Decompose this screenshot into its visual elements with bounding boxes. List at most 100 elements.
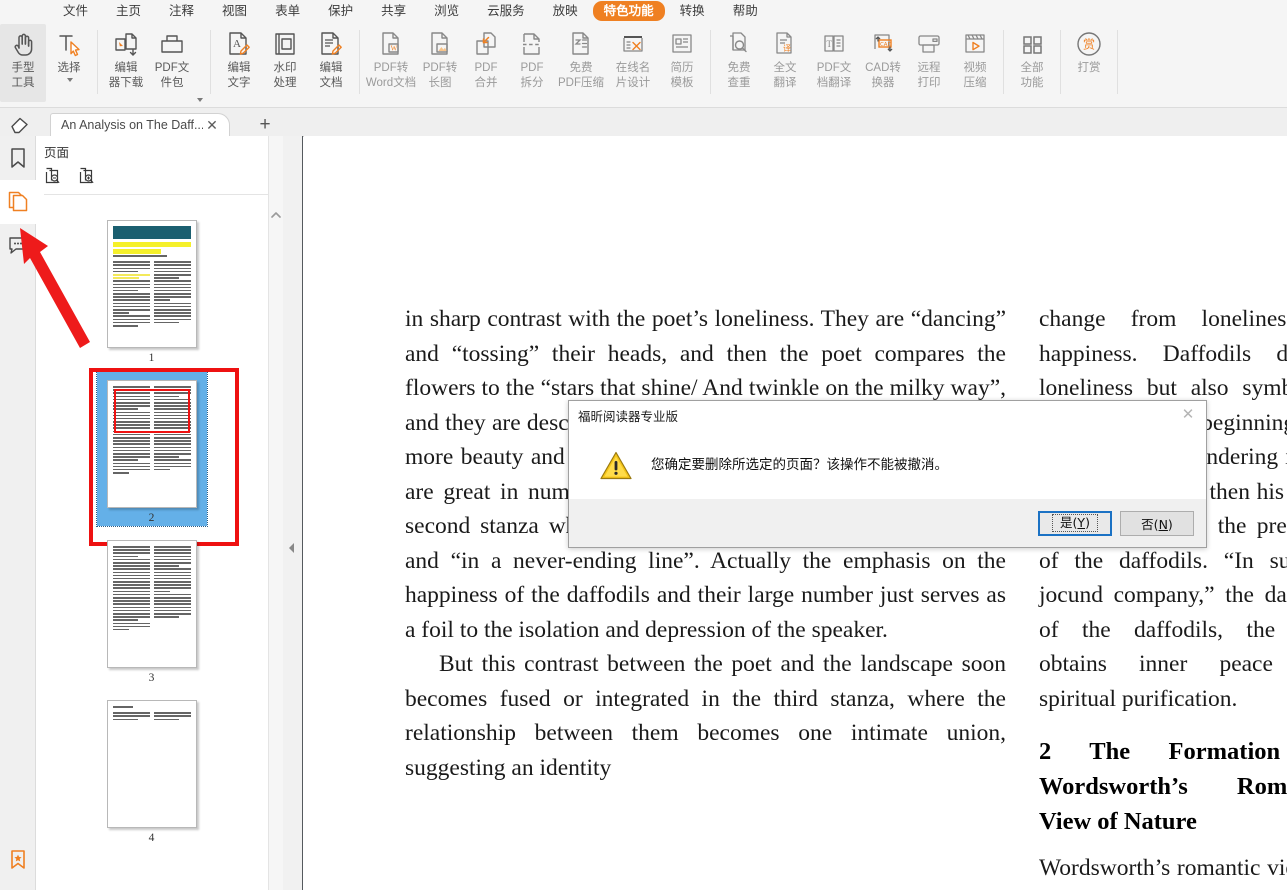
menu-item-browse[interactable]: 浏览 bbox=[421, 1, 472, 21]
pdf-compress-button[interactable]: 免费 PDF压缩 bbox=[555, 24, 607, 102]
pdf-to-word-button[interactable]: W PDF转 Word文档 bbox=[365, 24, 417, 102]
panel-splitter[interactable] bbox=[283, 136, 303, 890]
cad-converter-icon: CAD bbox=[868, 28, 898, 60]
dialog-footer: 是(Y) 否(N) bbox=[569, 499, 1206, 547]
favorite-bookmark-button[interactable] bbox=[0, 838, 36, 882]
thumbnail-panel-header: 页面 bbox=[36, 136, 283, 202]
pdf-doc-translate-icon: T bbox=[819, 28, 849, 60]
business-card-icon bbox=[618, 28, 648, 60]
all-features-button[interactable]: 全部 功能 bbox=[1009, 24, 1055, 102]
select-tool-button[interactable]: 选择 bbox=[46, 24, 92, 102]
resume-template-icon bbox=[667, 28, 697, 60]
thumbnail-items: 1 bbox=[36, 202, 267, 852]
business-card-button[interactable]: 在线名 片设计 bbox=[607, 24, 659, 102]
editor-download-label-1: 编辑 bbox=[115, 62, 138, 75]
thumbnail-panel-scrollbar[interactable] bbox=[268, 136, 283, 890]
svg-text:赏: 赏 bbox=[1083, 38, 1095, 52]
menu-item-comment[interactable]: 注释 bbox=[156, 1, 207, 21]
menu-item-file[interactable]: 文件 bbox=[50, 1, 101, 21]
zoom-out-pages-icon[interactable] bbox=[44, 166, 64, 186]
all-features-label-1: 全部 bbox=[1021, 62, 1044, 75]
editor-download-label-2: 器下载 bbox=[109, 77, 144, 90]
ribbon-separator-6 bbox=[1060, 30, 1061, 94]
menu-item-protect[interactable]: 保护 bbox=[315, 1, 366, 21]
pdf-to-longimage-icon bbox=[425, 28, 455, 60]
editor-download-icon bbox=[111, 28, 141, 60]
confirm-yes-button[interactable]: 是(Y) bbox=[1038, 511, 1112, 536]
remote-print-button[interactable]: 远程 打印 bbox=[906, 24, 952, 102]
watermark-label-1: 水印 bbox=[274, 62, 297, 75]
resume-template-button[interactable]: 简历 模板 bbox=[659, 24, 705, 102]
pdf-split-button[interactable]: PDF 拆分 bbox=[509, 24, 555, 102]
video-compress-button[interactable]: 视频 压缩 bbox=[952, 24, 998, 102]
editor-download-button[interactable]: 编辑 器下载 bbox=[103, 24, 149, 102]
pdf-merge-button[interactable]: PDF 合并 bbox=[463, 24, 509, 102]
thumbnail-page-3[interactable]: 3 bbox=[97, 532, 207, 686]
edit-text-label-2: 文字 bbox=[228, 77, 251, 90]
comments-icon bbox=[7, 236, 29, 256]
watermark-button[interactable]: 水印 处理 bbox=[262, 24, 308, 102]
menu-item-cloud[interactable]: 云服务 bbox=[474, 1, 538, 21]
hand-tool-icon bbox=[8, 28, 38, 60]
plagiarism-check-button[interactable]: 免费 查重 bbox=[716, 24, 762, 102]
scroll-up-arrow-icon[interactable] bbox=[269, 208, 283, 222]
remote-print-icon bbox=[914, 28, 944, 60]
hand-tool-button[interactable]: 手型 工具 bbox=[0, 24, 46, 102]
pdf-to-longimage-button[interactable]: PDF转 长图 bbox=[417, 24, 463, 102]
close-icon[interactable]: ✕ bbox=[1178, 405, 1198, 423]
thumbnail-page-2[interactable]: 2 bbox=[97, 372, 207, 526]
thumbnail-page-4[interactable]: 4 bbox=[97, 692, 207, 846]
pdf-package-button[interactable]: PDF文 件包 bbox=[149, 24, 195, 102]
page-number: 1 bbox=[149, 352, 155, 364]
business-card-label-2: 片设计 bbox=[616, 77, 651, 90]
menu-item-view[interactable]: 视图 bbox=[209, 1, 260, 21]
menu-item-convert[interactable]: 转换 bbox=[667, 1, 718, 21]
eraser-icon[interactable] bbox=[8, 114, 34, 134]
thumbnail-list[interactable]: 1 bbox=[36, 202, 267, 890]
sidebar-item-bookmarks[interactable] bbox=[0, 136, 36, 180]
cad-converter-button[interactable]: CAD CAD转 换器 bbox=[860, 24, 906, 102]
page-number: 2 bbox=[149, 512, 155, 524]
zoom-in-pages-icon[interactable] bbox=[78, 166, 98, 186]
edit-document-button[interactable]: 编辑 文档 bbox=[308, 24, 354, 102]
sidebar-item-page-thumbnails[interactable] bbox=[0, 180, 36, 224]
pdf-to-longimage-label-1: PDF转 bbox=[423, 62, 458, 75]
full-text-translate-icon: 译 bbox=[770, 28, 800, 60]
edit-text-button[interactable]: A 编辑 文字 bbox=[216, 24, 262, 102]
ribbon-group-convert: W PDF转 Word文档 PDF转 长图 bbox=[365, 24, 705, 106]
resume-template-label-1: 简历 bbox=[671, 62, 694, 75]
pdf-package-label-2: 件包 bbox=[161, 77, 184, 90]
collapse-panel-arrow-icon[interactable] bbox=[287, 541, 297, 555]
full-text-translate-button[interactable]: 译 全文 翻译 bbox=[762, 24, 808, 102]
reward-icon: 赏 bbox=[1074, 28, 1104, 60]
new-tab-button[interactable]: + bbox=[255, 115, 275, 135]
menu-item-share[interactable]: 共享 bbox=[368, 1, 419, 21]
page-number: 4 bbox=[149, 832, 155, 844]
pdf-package-label-1: PDF文 bbox=[155, 62, 190, 75]
ribbon-separator-5 bbox=[1003, 30, 1004, 94]
menu-item-featured[interactable]: 特色功能 bbox=[593, 1, 665, 21]
confirm-no-button[interactable]: 否(N) bbox=[1120, 511, 1194, 536]
page-thumbnails-icon bbox=[7, 191, 29, 213]
select-tool-dropdown[interactable] bbox=[65, 75, 73, 85]
pdf-split-label-1: PDF bbox=[521, 62, 544, 75]
chevron-down-icon bbox=[67, 78, 73, 82]
sidebar-item-comments[interactable] bbox=[0, 224, 36, 268]
pdf-merge-icon bbox=[471, 28, 501, 60]
close-icon[interactable]: ✕ bbox=[203, 116, 221, 134]
edit-text-icon: A bbox=[224, 28, 254, 60]
confirm-no-label: 否(N) bbox=[1141, 514, 1173, 533]
pdf-merge-label-2: 合并 bbox=[475, 77, 498, 90]
reward-button[interactable]: 赏 打赏 bbox=[1066, 24, 1112, 102]
video-compress-label-1: 视频 bbox=[964, 62, 987, 75]
menu-item-form[interactable]: 表单 bbox=[262, 1, 313, 21]
pdf-doc-translate-button[interactable]: T PDF文 档翻译 bbox=[808, 24, 860, 102]
svg-text:W: W bbox=[391, 45, 398, 53]
menu-item-help[interactable]: 帮助 bbox=[720, 1, 771, 21]
tab-document-title: An Analysis on The Daff... bbox=[61, 118, 203, 132]
menu-item-present[interactable]: 放映 bbox=[540, 1, 591, 21]
menu-item-home[interactable]: 主页 bbox=[103, 1, 154, 21]
pdf-compress-label-1: 免费 bbox=[570, 62, 593, 75]
thumbnail-page-1[interactable]: 1 bbox=[97, 212, 207, 366]
tab-document[interactable]: An Analysis on The Daff... ✕ bbox=[50, 113, 230, 136]
